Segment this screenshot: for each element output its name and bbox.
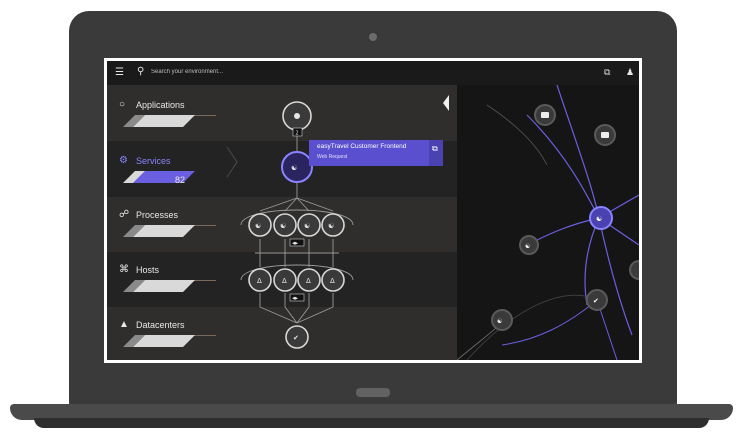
host-node[interactable]: Δ xyxy=(321,268,345,292)
user-icon[interactable]: ♟ xyxy=(626,67,634,78)
search-icon[interactable]: ⚲ xyxy=(137,66,144,78)
laptop-hinge-notch xyxy=(356,388,390,397)
map-node[interactable]: ☯ xyxy=(519,235,539,255)
smartscape-vertical-graph: 2 ☯ ☯ ☯ ☯ ☯ ◀▶ Δ Δ Δ Δ ◀▶ ✔ xyxy=(240,101,354,349)
svg-text:◀▶: ◀▶ xyxy=(292,296,298,302)
map-node-selected[interactable]: ☯ xyxy=(589,206,613,230)
external-link-icon[interactable]: ⧉ xyxy=(604,67,610,78)
service-icon: ☯ xyxy=(291,164,297,172)
svg-text:Δ: Δ xyxy=(257,277,262,285)
service-node-selected[interactable]: ☯ xyxy=(281,151,313,183)
svg-text:Δ: Δ xyxy=(282,277,287,285)
service-card-subtitle: Web Request xyxy=(317,154,348,160)
camera-icon xyxy=(369,33,377,41)
service-card-open-button[interactable]: ⧉ xyxy=(429,140,443,166)
app-count-text: 2 xyxy=(296,131,299,137)
app-window: ☰ ⚲ ⧉ ♟ ○ Applications xyxy=(107,61,639,360)
external-link-icon: ⧉ xyxy=(432,144,438,153)
process-node[interactable]: ☯ xyxy=(321,213,345,237)
process-node[interactable]: ☯ xyxy=(248,213,272,237)
hamburger-menu-icon[interactable]: ☰ xyxy=(115,67,124,79)
connector-fan xyxy=(259,197,334,212)
svg-text:◀▶: ◀▶ xyxy=(292,241,298,247)
app-count-badge: 2 xyxy=(292,127,303,137)
service-card[interactable]: easyTravel Customer Frontend Web Request xyxy=(309,140,429,166)
search-input[interactable] xyxy=(151,66,311,78)
expand-badge-processes[interactable]: ◀▶ xyxy=(289,238,305,247)
svg-text:☯: ☯ xyxy=(328,222,334,230)
host-node[interactable]: Δ xyxy=(248,268,272,292)
expand-badge-hosts[interactable]: ◀▶ xyxy=(289,293,305,302)
svg-text:☯: ☯ xyxy=(280,222,286,230)
svg-text:Δ: Δ xyxy=(306,277,311,285)
svg-text:☯: ☯ xyxy=(497,318,502,325)
map-node[interactable] xyxy=(629,260,639,280)
svg-text:☯: ☯ xyxy=(525,243,530,250)
svg-text:☯: ☯ xyxy=(596,215,602,223)
process-node[interactable]: ☯ xyxy=(273,213,297,237)
svg-text:✔: ✔ xyxy=(593,298,599,305)
topology-map-panel[interactable]: ☯ ☯ ✔ ☯ xyxy=(457,85,639,360)
service-card-title: easyTravel Customer Frontend xyxy=(317,143,407,150)
svg-text:☯: ☯ xyxy=(255,222,261,230)
svg-text:✔: ✔ xyxy=(293,334,299,342)
topology-map: ☯ ☯ ✔ ☯ xyxy=(457,85,639,360)
host-node[interactable]: Δ xyxy=(297,268,321,292)
collapse-panel-arrow-icon[interactable] xyxy=(443,95,449,111)
application-node[interactable] xyxy=(282,101,312,131)
map-node[interactable]: ☯ xyxy=(491,309,513,331)
connector-fan xyxy=(259,306,334,324)
datacenter-node[interactable]: ✔ xyxy=(285,325,309,349)
laptop-base-lip xyxy=(34,418,709,428)
map-node[interactable] xyxy=(534,104,556,126)
map-node[interactable]: ✔ xyxy=(586,289,608,311)
top-bar: ☰ ⚲ ⧉ ♟ xyxy=(107,61,639,86)
svg-text:Δ: Δ xyxy=(330,277,335,285)
process-node[interactable]: ☯ xyxy=(297,213,321,237)
laptop-screen: ☰ ⚲ ⧉ ♟ ○ Applications xyxy=(104,58,642,363)
host-node[interactable]: Δ xyxy=(273,268,297,292)
svg-text:☯: ☯ xyxy=(304,222,310,230)
map-node[interactable] xyxy=(594,124,616,146)
